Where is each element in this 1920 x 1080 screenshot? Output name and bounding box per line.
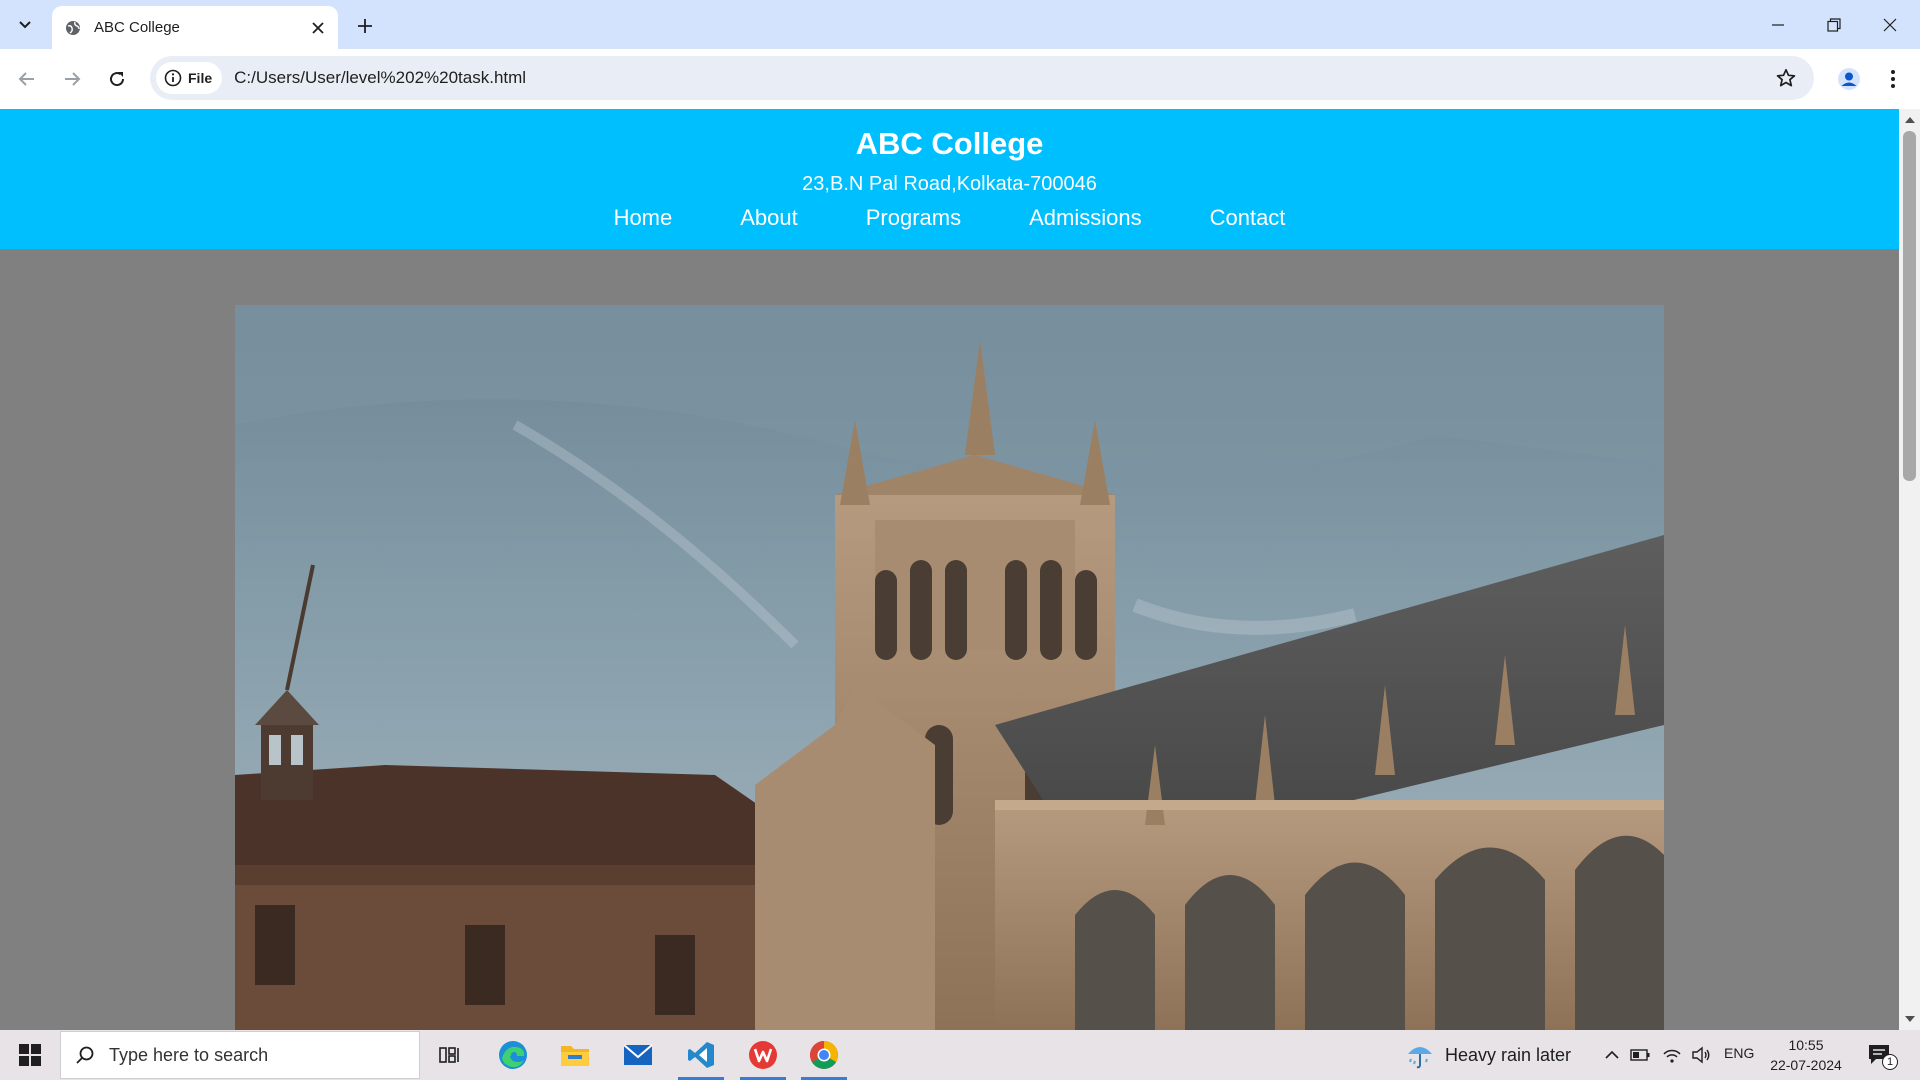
site-title: ABC College	[855, 126, 1044, 161]
start-button[interactable]	[0, 1030, 60, 1080]
reload-icon	[110, 72, 125, 87]
scroll-up-icon[interactable]	[1899, 111, 1920, 129]
site-nav: Home About Programs Admissions Contact	[0, 205, 1899, 231]
minimize-button[interactable]	[1750, 0, 1806, 49]
more-vert-icon	[1891, 70, 1895, 88]
bookmark-button[interactable]	[1768, 60, 1804, 96]
edge-icon	[499, 1041, 527, 1069]
browser-tab-active[interactable]: ABC College	[52, 6, 338, 49]
windows-taskbar: Type here to search Heavy rain later ENG	[0, 1030, 1920, 1080]
nav-link-admissions[interactable]: Admissions	[1029, 205, 1141, 231]
search-icon	[76, 1046, 94, 1064]
search-placeholder: Type here to search	[109, 1044, 269, 1065]
clock-date: 22-07-2024	[1770, 1057, 1842, 1073]
taskbar-edge[interactable]	[484, 1030, 542, 1080]
weather-widget[interactable]: Heavy rain later	[1405, 1030, 1571, 1080]
show-hidden-icons-button[interactable]	[1600, 1043, 1624, 1067]
taskbar-wps-office[interactable]	[734, 1030, 792, 1080]
scroll-thumb[interactable]	[1903, 131, 1916, 481]
page-viewport: ABC College 23,B.N Pal Road,Kolkata-7000…	[0, 109, 1899, 1030]
scroll-down-icon[interactable]	[1899, 1010, 1920, 1028]
arrow-right-icon	[65, 72, 81, 86]
back-button[interactable]	[8, 60, 46, 98]
browser-toolbar: File C:/Users/User/level%202%20task.html	[0, 49, 1920, 109]
windows-logo-icon	[19, 1044, 41, 1066]
restore-button[interactable]	[1806, 0, 1862, 49]
folder-icon	[561, 1046, 589, 1066]
mail-icon	[623, 1044, 653, 1065]
url-text[interactable]: C:/Users/User/level%202%20task.html	[234, 68, 1768, 88]
wifi-icon[interactable]	[1660, 1043, 1684, 1067]
taskbar-mail[interactable]	[609, 1030, 667, 1080]
address-bar[interactable]: File C:/Users/User/level%202%20task.html	[150, 56, 1814, 100]
browser-tabstrip: ABC College	[0, 0, 1920, 49]
tab-search-button[interactable]	[6, 7, 43, 42]
profile-button[interactable]	[1830, 60, 1868, 98]
volume-icon[interactable]	[1689, 1043, 1713, 1067]
close-window-button[interactable]	[1862, 0, 1918, 49]
info-icon	[164, 69, 182, 87]
site-info-chip[interactable]: File	[156, 62, 223, 94]
language-indicator[interactable]: ENG	[1724, 1045, 1754, 1061]
reload-button[interactable]	[98, 60, 136, 98]
taskbar-vscode[interactable]	[672, 1030, 730, 1080]
star-icon	[1776, 68, 1796, 87]
rain-umbrella-icon	[1408, 1047, 1432, 1069]
weather-text: Heavy rain later	[1445, 1044, 1572, 1065]
nav-link-programs[interactable]: Programs	[866, 205, 961, 231]
taskbar-clock[interactable]: 10:55 22-07-2024	[1766, 1035, 1846, 1075]
taskbar-search[interactable]: Type here to search	[60, 1031, 420, 1079]
chevron-up-icon	[1605, 1050, 1619, 1059]
college-building-photo	[235, 305, 1664, 1030]
site-header: ABC College 23,B.N Pal Road,Kolkata-7000…	[0, 109, 1899, 249]
taskbar-file-explorer[interactable]	[546, 1030, 604, 1080]
battery-icon[interactable]	[1628, 1043, 1652, 1067]
plus-icon	[358, 19, 372, 33]
restore-icon	[1827, 17, 1841, 32]
close-icon	[1883, 18, 1897, 31]
notification-count: 1	[1882, 1054, 1898, 1070]
forward-button[interactable]	[53, 60, 91, 98]
taskbar-chrome[interactable]	[795, 1030, 853, 1080]
nav-link-contact[interactable]: Contact	[1210, 205, 1286, 231]
new-tab-button[interactable]	[349, 10, 381, 42]
close-tab-icon[interactable]	[304, 14, 332, 42]
page-scrollbar[interactable]	[1899, 109, 1920, 1030]
site-info-label: File	[188, 70, 213, 86]
globe-icon	[64, 19, 82, 37]
hero-image	[235, 305, 1664, 1030]
site-address: 23,B.N Pal Road,Kolkata-700046	[802, 173, 1097, 195]
browser-menu-button[interactable]	[1874, 60, 1912, 98]
task-view-button[interactable]	[421, 1030, 479, 1080]
profile-icon	[1838, 68, 1860, 90]
tab-title: ABC College	[94, 19, 180, 36]
wps-office-icon	[749, 1041, 777, 1069]
minimize-icon	[1772, 23, 1784, 26]
chevron-down-icon	[18, 20, 31, 28]
nav-link-about[interactable]: About	[740, 205, 798, 231]
notification-center-button[interactable]: 1	[1862, 1040, 1898, 1070]
chrome-icon	[810, 1041, 838, 1069]
arrow-left-icon	[18, 72, 34, 86]
nav-link-home[interactable]: Home	[614, 205, 673, 231]
vscode-icon	[688, 1042, 714, 1068]
task-view-icon	[439, 1047, 459, 1063]
clock-time: 10:55	[1788, 1037, 1824, 1053]
